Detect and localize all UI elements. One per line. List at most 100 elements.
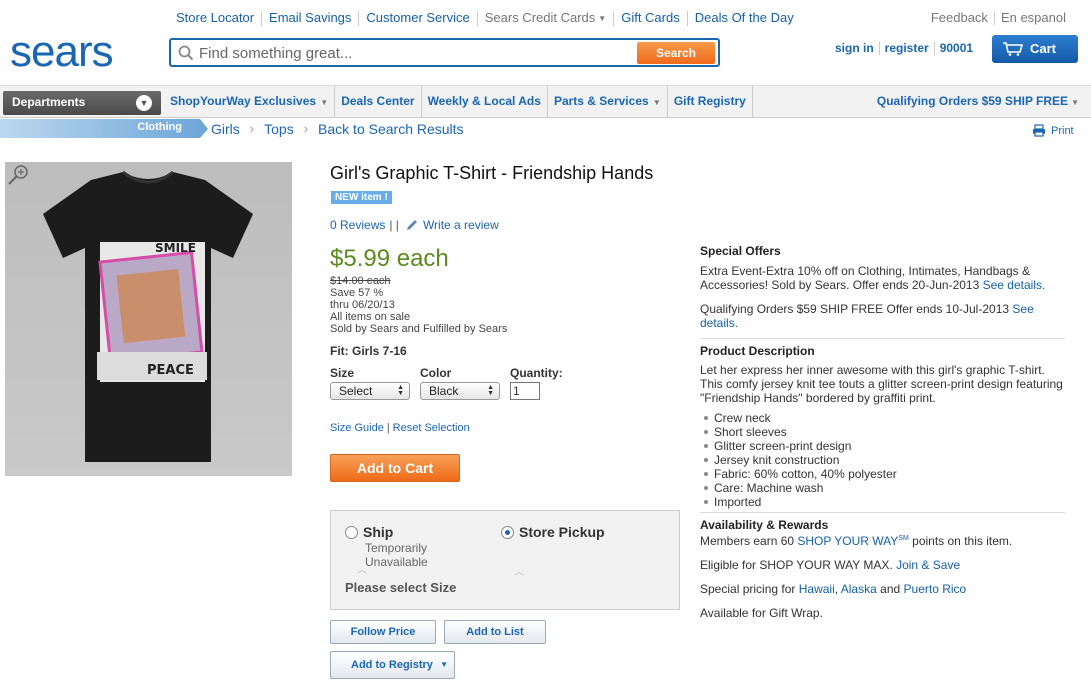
- add-to-registry-label: Add to Registry: [351, 659, 433, 671]
- store-locator-link[interactable]: Store Locator: [176, 11, 263, 26]
- store-pickup-label: Store Pickup: [519, 524, 605, 540]
- back-to-search-link[interactable]: Back to Search Results: [318, 121, 464, 137]
- zip-code-link[interactable]: 90001: [935, 42, 978, 55]
- fit-label: Fit: Girls 7-16: [330, 344, 407, 358]
- nav-parts-services[interactable]: Parts & Services ▼: [548, 86, 668, 117]
- color-select-value: Black: [429, 384, 459, 398]
- search-input[interactable]: [199, 43, 629, 63]
- printer-icon: [1033, 124, 1045, 137]
- shop-your-way-link[interactable]: SHOP YOUR WAYSM: [797, 534, 908, 548]
- alaska-link[interactable]: Alaska: [841, 582, 877, 596]
- cart-label: Cart: [1030, 41, 1057, 56]
- feature-list: Crew neck Short sleeves Glitter screen-p…: [700, 411, 1065, 509]
- breadcrumb-tops[interactable]: Tops: [264, 121, 294, 137]
- new-item-badge: NEW item !: [331, 191, 392, 204]
- eligible-label: Eligible for SHOP YOUR WAY MAX.: [700, 558, 893, 572]
- zoom-icon[interactable]: [7, 163, 31, 187]
- breadcrumb-girls[interactable]: Girls: [211, 121, 240, 137]
- deals-of-the-day-link[interactable]: Deals Of the Day: [688, 11, 801, 26]
- sold-by-text: Sold by Sears and Fulfilled by Sears: [330, 323, 508, 335]
- feedback-link[interactable]: Feedback: [925, 11, 995, 25]
- search-bar: Search: [169, 38, 720, 67]
- caret-down-icon: ▼: [440, 660, 448, 669]
- credit-cards-label: Sears Credit Cards: [484, 10, 596, 25]
- special-pricing-text: Special pricing for Hawaii, Alaska and P…: [700, 582, 967, 596]
- email-savings-link[interactable]: Email Savings: [262, 11, 360, 26]
- utility-links: Store Locator Email Savings Customer Ser…: [176, 11, 801, 26]
- join-save-link[interactable]: Join & Save: [896, 558, 960, 572]
- divider: [700, 512, 1065, 513]
- list-item: Jersey knit construction: [700, 453, 1065, 467]
- color-select[interactable]: Black ▲ ▼: [420, 382, 500, 400]
- product-title: Girl's Graphic T-Shirt - Friendship Hand…: [330, 163, 654, 183]
- add-to-registry-button[interactable]: Add to Registry ▼: [330, 651, 455, 679]
- departments-button[interactable]: Departments ▼: [3, 91, 161, 115]
- register-link[interactable]: register: [880, 42, 935, 55]
- offer-1-details-link[interactable]: See details.: [983, 278, 1046, 292]
- size-select[interactable]: Select ▲ ▼: [330, 382, 410, 400]
- size-select-value: Select: [339, 384, 373, 398]
- rewards-text: Members earn 60 SHOP YOUR WAYSM points o…: [700, 532, 1065, 548]
- category-label: Clothing: [137, 121, 182, 133]
- cart-icon: [1003, 42, 1024, 56]
- cart-button[interactable]: Cart: [992, 35, 1078, 63]
- ship-label: Ship: [363, 524, 394, 540]
- follow-price-button[interactable]: Follow Price: [330, 620, 436, 644]
- ship-radio[interactable]: [345, 526, 358, 539]
- caret-down-icon: ▼: [1071, 98, 1079, 107]
- reviews-row: 0 Reviews | | Write a review: [330, 218, 499, 232]
- customer-service-link[interactable]: Customer Service: [359, 11, 478, 26]
- nav-shopyourway-exclusives[interactable]: ShopYourWay Exclusives ▼: [164, 86, 336, 117]
- write-review-link[interactable]: Write a review: [423, 218, 499, 232]
- gift-wrap-text: Available for Gift Wrap.: [700, 606, 823, 620]
- nav-label: Parts & Services: [553, 94, 649, 108]
- savings-text: Save 57 %: [330, 287, 384, 299]
- pencil-icon: [406, 220, 417, 230]
- caret-down-icon: ▼: [598, 13, 607, 23]
- nav-deals-center[interactable]: Deals Center: [335, 86, 422, 117]
- availability-title: Availability & Rewards: [700, 518, 829, 532]
- chevron-down-icon: ▼: [136, 95, 152, 111]
- store-pickup-radio[interactable]: [501, 526, 514, 539]
- reviews-link[interactable]: 0 Reviews: [330, 218, 385, 232]
- en-espanol-link[interactable]: En espanol: [995, 11, 1072, 25]
- nav-gift-registry[interactable]: Gift Registry: [668, 86, 753, 117]
- breadcrumb-arrow: [200, 119, 208, 138]
- select-arrows-icon: ▲ ▼: [487, 384, 494, 397]
- add-to-list-button[interactable]: Add to List: [444, 620, 546, 644]
- hawaii-link[interactable]: Hawaii: [799, 582, 835, 596]
- ship-status-2: Unavailable: [365, 555, 428, 569]
- ship-free-promo[interactable]: Qualifying Orders $59 SHIP FREE ▼: [877, 86, 1079, 118]
- search-button[interactable]: Search: [637, 42, 715, 64]
- credit-cards-menu[interactable]: Sears Credit Cards ▼: [478, 10, 615, 26]
- offer-1-text: Extra Event-Extra 10% off on Clothing, I…: [700, 264, 1030, 292]
- product-description-title: Product Description: [700, 344, 815, 358]
- gift-cards-link[interactable]: Gift Cards: [614, 11, 688, 26]
- product-description-text: Let her express her inner awesome with t…: [700, 363, 1063, 405]
- quantity-label: Quantity:: [510, 366, 563, 380]
- utility-right-links: Feedback En espanol: [925, 11, 1072, 25]
- add-to-cart-button[interactable]: Add to Cart: [330, 454, 460, 482]
- nav-weekly-local-ads[interactable]: Weekly & Local Ads: [422, 86, 548, 117]
- fulfillment-options: Ship Temporarily Unavailable ︿ Store Pic…: [330, 510, 680, 610]
- caret-up-icon: ︿: [357, 565, 367, 576]
- quantity-input[interactable]: 1: [510, 382, 540, 400]
- special-pricing-label: Special pricing for: [700, 582, 796, 596]
- product-image[interactable]: SMILE PEACE: [5, 162, 292, 476]
- sign-in-link[interactable]: sign in: [835, 42, 880, 55]
- breadcrumb-category-tab[interactable]: Clothing: [0, 119, 200, 138]
- list-item: Care: Machine wash: [700, 481, 1065, 495]
- select-arrows-icon: ▲ ▼: [397, 384, 404, 397]
- caret-up-icon: ︿: [514, 567, 524, 578]
- puerto-rico-link[interactable]: Puerto Rico: [904, 582, 967, 596]
- reset-selection-link[interactable]: Reset Selection: [393, 422, 470, 434]
- offer-2-text: Qualifying Orders $59 SHIP FREE Offer en…: [700, 302, 1010, 316]
- list-item: Fabric: 60% cotton, 40% polyester: [700, 467, 1065, 481]
- list-item: Crew neck: [700, 411, 1065, 425]
- print-link[interactable]: Print: [1032, 124, 1074, 137]
- sears-logo[interactable]: sears: [10, 30, 114, 74]
- color-label: Color: [420, 366, 452, 380]
- caret-down-icon: ▼: [318, 98, 329, 107]
- print-label: Print: [1051, 124, 1074, 137]
- size-guide-link[interactable]: Size Guide: [330, 422, 384, 434]
